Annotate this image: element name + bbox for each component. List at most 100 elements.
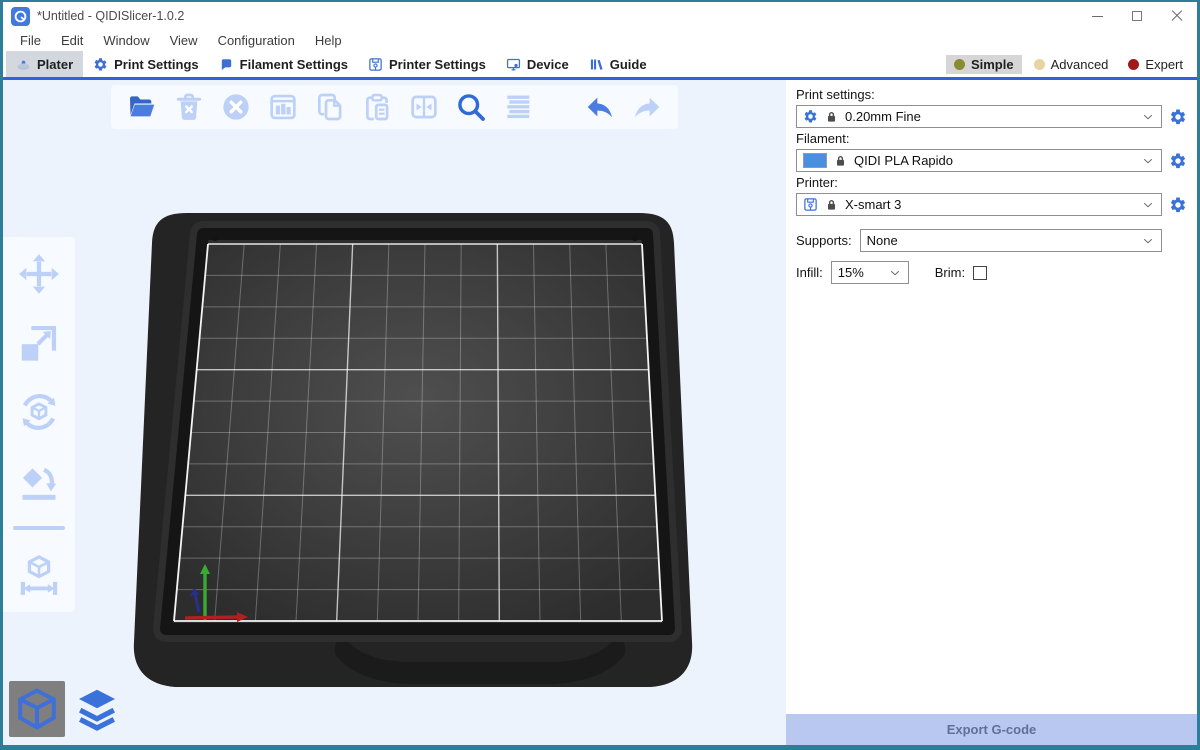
simple-dot-icon: [954, 59, 965, 70]
plater-toolbar: [111, 85, 678, 129]
tab-device[interactable]: Device: [496, 51, 579, 77]
arrange-button[interactable]: [266, 90, 300, 124]
redo-icon: [631, 91, 663, 123]
layers-list-icon: [502, 91, 534, 123]
tab-bar: Plater Print Settings Filament Settings …: [3, 51, 1197, 77]
printer-icon: [803, 197, 818, 212]
mode-selector: Simple Advanced Expert: [946, 51, 1197, 77]
edit-filament-button[interactable]: [1169, 152, 1187, 170]
split-objects-button[interactable]: [407, 90, 441, 124]
settings-panel: Print settings: 0.20mm Fine Filament:: [786, 80, 1197, 745]
chevron-down-icon: [1141, 234, 1155, 248]
advanced-dot-icon: [1034, 59, 1045, 70]
expert-dot-icon: [1128, 59, 1139, 70]
menu-file[interactable]: File: [11, 32, 50, 49]
guide-icon: [589, 57, 604, 72]
infill-label: Infill:: [796, 265, 823, 280]
open-folder-icon: [126, 91, 158, 123]
mode-simple[interactable]: Simple: [946, 55, 1022, 74]
chevron-down-icon: [1141, 110, 1155, 124]
infill-value: 15%: [838, 265, 864, 280]
printer-value: X-smart 3: [845, 197, 901, 212]
mode-expert[interactable]: Expert: [1120, 55, 1191, 74]
3d-viewport-canvas[interactable]: [3, 80, 786, 745]
delete-all-button[interactable]: [219, 90, 253, 124]
maximize-button[interactable]: [1117, 2, 1157, 30]
edit-print-settings-button[interactable]: [1169, 108, 1187, 126]
measure-icon: [16, 552, 62, 598]
filament-value: QIDI PLA Rapido: [854, 153, 953, 168]
paste-button[interactable]: [360, 90, 394, 124]
undo-button[interactable]: [583, 90, 617, 124]
title-bar: *Untitled - QIDISlicer-1.0.2: [3, 2, 1197, 30]
menu-edit[interactable]: Edit: [52, 32, 92, 49]
build-plate: [133, 208, 693, 713]
printer-label: Printer:: [796, 175, 1187, 190]
minimize-icon: [1092, 16, 1103, 17]
menu-view[interactable]: View: [161, 32, 207, 49]
device-icon: [506, 57, 521, 72]
close-button[interactable]: [1157, 2, 1197, 30]
infill-select[interactable]: 15%: [831, 261, 909, 284]
tab-filament-settings[interactable]: Filament Settings: [209, 51, 358, 77]
export-gcode-button[interactable]: Export G-code: [786, 714, 1197, 745]
menu-window[interactable]: Window: [94, 32, 158, 49]
rotate-button[interactable]: [15, 388, 63, 436]
filament-icon: [219, 57, 234, 72]
3d-view-cube-icon: [13, 685, 61, 733]
3d-editor-view-button[interactable]: [9, 681, 65, 737]
copy-button[interactable]: [313, 90, 347, 124]
tab-print-settings[interactable]: Print Settings: [83, 51, 209, 77]
layers-list-button[interactable]: [501, 90, 535, 124]
close-icon: [1171, 10, 1183, 22]
rotate-icon: [16, 389, 62, 435]
toolbar-separator: [13, 526, 65, 530]
supports-value: None: [867, 233, 898, 248]
printer-select[interactable]: X-smart 3: [796, 193, 1162, 216]
move-button[interactable]: [15, 250, 63, 298]
delete-button[interactable]: [172, 90, 206, 124]
menu-configuration[interactable]: Configuration: [209, 32, 304, 49]
supports-select[interactable]: None: [860, 229, 1162, 252]
filament-select[interactable]: QIDI PLA Rapido: [796, 149, 1162, 172]
edit-printer-button[interactable]: [1169, 196, 1187, 214]
open-button[interactable]: [125, 90, 159, 124]
preview-layers-icon: [73, 685, 121, 733]
tab-plater[interactable]: Plater: [6, 51, 83, 77]
chevron-down-icon: [1141, 154, 1155, 168]
tab-printer-settings[interactable]: Printer Settings: [358, 51, 496, 77]
scale-icon: [16, 320, 62, 366]
filament-color-swatch: [803, 153, 827, 168]
measure-button[interactable]: [15, 551, 63, 599]
maximize-icon: [1132, 11, 1142, 21]
printer-icon: [368, 57, 383, 72]
minimize-button[interactable]: [1077, 2, 1117, 30]
chevron-down-icon: [888, 266, 902, 280]
lock-icon: [834, 154, 847, 168]
brim-checkbox[interactable]: [973, 266, 987, 280]
supports-label: Supports:: [796, 233, 852, 248]
lock-icon: [825, 198, 838, 212]
print-settings-value: 0.20mm Fine: [845, 109, 921, 124]
search-button[interactable]: [454, 90, 488, 124]
copy-icon: [314, 91, 346, 123]
lock-icon: [825, 110, 838, 124]
paste-icon: [361, 91, 393, 123]
tab-guide[interactable]: Guide: [579, 51, 657, 77]
print-settings-select[interactable]: 0.20mm Fine: [796, 105, 1162, 128]
gear-icon: [803, 109, 818, 124]
brim-label: Brim:: [935, 265, 965, 280]
gizmo-toolbar: [3, 237, 75, 612]
redo-button[interactable]: [630, 90, 664, 124]
place-on-face-button[interactable]: [15, 457, 63, 505]
scale-button[interactable]: [15, 319, 63, 367]
split-objects-icon: [408, 91, 440, 123]
search-icon: [455, 91, 487, 123]
preview-view-button[interactable]: [69, 681, 125, 737]
view-switch: [9, 681, 125, 737]
menu-help[interactable]: Help: [306, 32, 351, 49]
menu-bar: File Edit Window View Configuration Help: [3, 30, 1197, 51]
gear-icon: [93, 57, 108, 72]
mode-advanced[interactable]: Advanced: [1026, 55, 1117, 74]
window-title: *Untitled - QIDISlicer-1.0.2: [37, 9, 184, 23]
